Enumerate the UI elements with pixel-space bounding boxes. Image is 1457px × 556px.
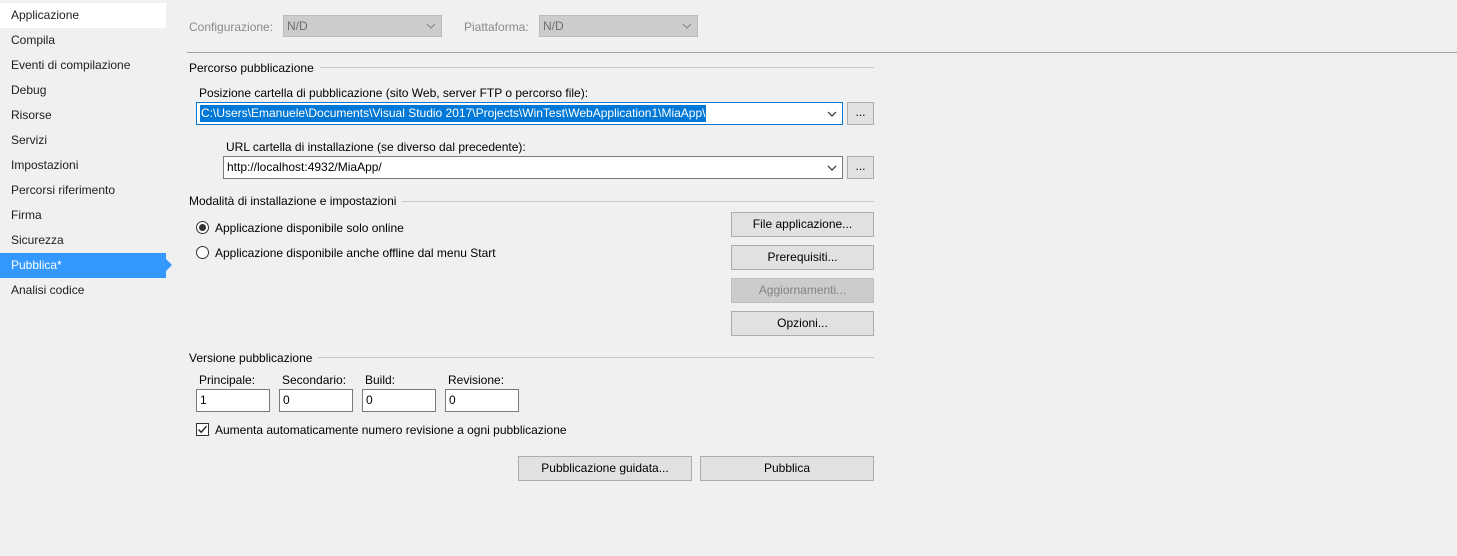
updates-button[interactable]: Aggiornamenti...: [731, 278, 874, 303]
publish-folder-value: C:\Users\Emanuele\Documents\Visual Studi…: [200, 105, 707, 122]
configuration-label: Configurazione:: [189, 20, 274, 34]
browse-folder-button[interactable]: ...: [847, 102, 874, 125]
install-url-label: URL cartella di installazione (se divers…: [226, 140, 526, 154]
publish-folder-combo[interactable]: C:\Users\Emanuele\Documents\Visual Studi…: [196, 102, 843, 125]
application-files-button[interactable]: File applicazione...: [731, 212, 874, 237]
configuration-value: N/D: [287, 19, 308, 33]
sidebar-item-debug[interactable]: Debug: [0, 78, 166, 103]
major-label: Principale:: [199, 373, 256, 387]
publish-wizard-button[interactable]: Pubblicazione guidata...: [518, 456, 692, 481]
build-label: Build:: [365, 373, 396, 387]
publish-path-group-title: Percorso pubblicazione: [189, 61, 320, 75]
build-input[interactable]: 0: [362, 389, 436, 412]
radio-online-label[interactable]: Applicazione disponibile solo online: [215, 221, 404, 235]
sidebar-item-impostazioni[interactable]: Impostazioni: [0, 153, 166, 178]
sidebar-item-firma[interactable]: Firma: [0, 203, 166, 228]
publish-folder-label: Posizione cartella di pubblicazione (sit…: [199, 86, 589, 100]
install-url-combo[interactable]: http://localhost:4932/MiaApp/: [223, 156, 843, 179]
revision-label: Revisione:: [448, 373, 505, 387]
sidebar: Applicazione Compila Eventi di compilazi…: [0, 0, 172, 556]
minor-label: Secondario:: [282, 373, 347, 387]
radio-online[interactable]: [196, 221, 209, 234]
options-button[interactable]: Opzioni...: [731, 311, 874, 336]
sidebar-item-servizi[interactable]: Servizi: [0, 128, 166, 153]
sidebar-item-sicurezza[interactable]: Sicurezza: [0, 228, 166, 253]
install-mode-group-title: Modalità di installazione e impostazioni: [189, 194, 403, 208]
platform-value: N/D: [543, 19, 564, 33]
sidebar-item-risorse[interactable]: Risorse: [0, 103, 166, 128]
platform-combo[interactable]: N/D: [539, 15, 698, 37]
sidebar-item-analisi-codice[interactable]: Analisi codice: [0, 278, 166, 303]
auto-increment-label[interactable]: Aumenta automaticamente numero revisione…: [215, 423, 567, 437]
sidebar-item-percorsi-riferimento[interactable]: Percorsi riferimento: [0, 178, 166, 203]
chevron-down-icon: [425, 16, 437, 36]
revision-input[interactable]: 0: [445, 389, 519, 412]
version-group-title: Versione pubblicazione: [189, 351, 319, 365]
sidebar-item-eventi-compilazione[interactable]: Eventi di compilazione: [0, 53, 166, 78]
chevron-down-icon: [826, 103, 838, 124]
configuration-combo[interactable]: N/D: [283, 15, 442, 37]
minor-input[interactable]: 0: [279, 389, 353, 412]
sidebar-item-pubblica[interactable]: Pubblica*: [0, 253, 172, 278]
publish-button[interactable]: Pubblica: [700, 456, 874, 481]
prerequisites-button[interactable]: Prerequisiti...: [731, 245, 874, 270]
sidebar-item-applicazione[interactable]: Applicazione: [0, 3, 166, 28]
chevron-down-icon: [826, 157, 838, 178]
sidebar-item-compila[interactable]: Compila: [0, 28, 166, 53]
chevron-down-icon: [681, 16, 693, 36]
auto-increment-checkbox[interactable]: [196, 423, 209, 436]
major-input[interactable]: 1: [196, 389, 270, 412]
install-url-value: http://localhost:4932/MiaApp/: [227, 160, 382, 174]
platform-label: Piattaforma:: [464, 20, 529, 34]
header-divider: [187, 52, 1457, 53]
browse-url-button[interactable]: ...: [847, 156, 874, 179]
checkmark-icon: [198, 425, 208, 434]
radio-offline-label[interactable]: Applicazione disponibile anche offline d…: [215, 246, 496, 260]
radio-offline[interactable]: [196, 246, 209, 259]
